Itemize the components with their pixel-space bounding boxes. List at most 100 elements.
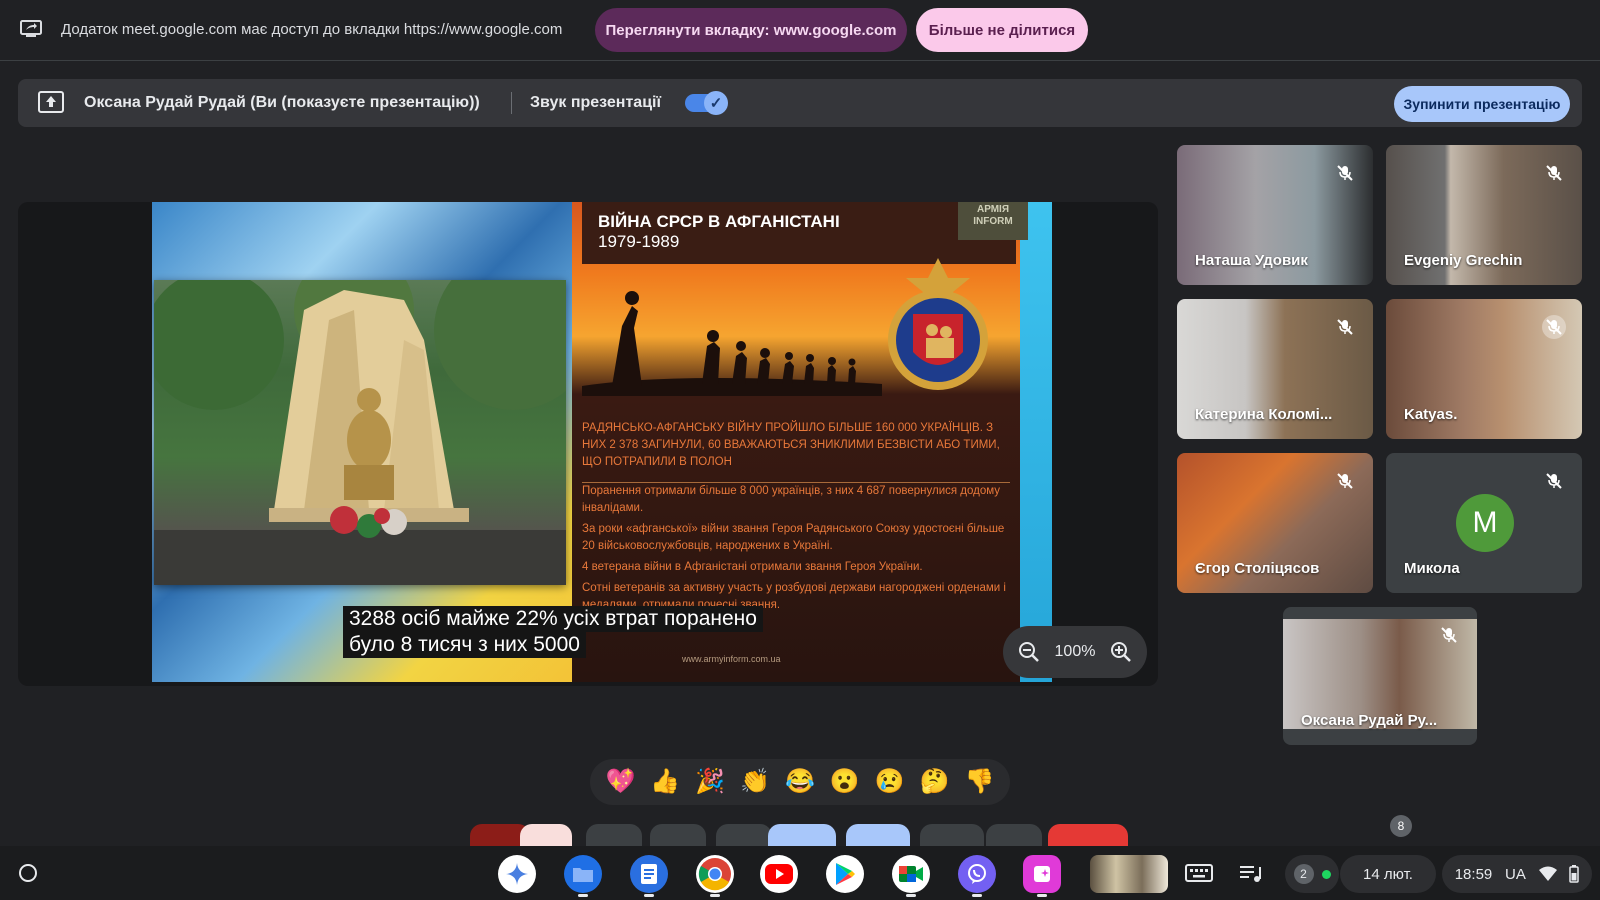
participant-name: Микола xyxy=(1404,560,1460,577)
zoom-out-icon[interactable] xyxy=(1015,638,1043,666)
running-indicator xyxy=(578,894,588,897)
present-button[interactable] xyxy=(716,824,772,848)
memorial-photo xyxy=(152,250,594,585)
docs-icon[interactable] xyxy=(630,855,668,893)
zoom-control: 100% xyxy=(1003,626,1147,678)
presenter-status-text: Оксана Рудай Рудай (Ви (показуєте презен… xyxy=(84,94,480,111)
wifi-icon xyxy=(1538,866,1557,881)
participant-tile[interactable]: Katyas. xyxy=(1386,299,1582,439)
gemini-icon[interactable] xyxy=(498,855,536,893)
reaction-thumbs-down[interactable]: 👎 xyxy=(964,768,994,796)
participant-name: Evgeniy Grechin xyxy=(1404,252,1523,269)
chrome-icon[interactable] xyxy=(696,855,734,893)
reaction-laugh[interactable]: 😂 xyxy=(785,768,815,796)
check-icon[interactable]: ✓ xyxy=(704,91,728,115)
slide-title: ВІЙНА СРСР В АФГАНІСТАНІ xyxy=(598,212,840,231)
reaction-thinking[interactable]: 🤔 xyxy=(920,768,950,796)
files-icon[interactable] xyxy=(564,855,602,893)
slide-years: 1979-1989 xyxy=(598,232,680,251)
window-thumbnail[interactable] xyxy=(1090,855,1168,893)
running-indicator xyxy=(906,894,916,897)
participant-tile[interactable]: Evgeniy Grechin xyxy=(1386,145,1582,285)
reaction-sad[interactable]: 😢 xyxy=(875,768,905,796)
control-button[interactable] xyxy=(920,824,984,848)
caption-line: 3288 осіб майже 22% усіх втрат поранено xyxy=(343,606,763,632)
leave-call-button[interactable] xyxy=(1048,824,1128,848)
participant-tile[interactable]: Єгор Століцясов xyxy=(1177,453,1373,593)
mic-off-icon xyxy=(1542,315,1566,339)
slide-body-text: РАДЯНСЬКО-АФГАНСЬКУ ВІЙНУ ПРОЙШЛО БІЛЬШЕ… xyxy=(582,420,1010,618)
view-tab-button[interactable]: Переглянути вкладку: www.google.com xyxy=(595,8,907,52)
stop-presenting-button[interactable]: Зупинити презентацію xyxy=(1394,86,1570,122)
mic-off-icon xyxy=(1333,469,1357,493)
screen-share-icon xyxy=(20,20,42,37)
emoji-button[interactable] xyxy=(650,824,706,848)
participant-name: Єгор Століцясов xyxy=(1195,560,1320,577)
caption-line: було 8 тисяч з них 5000 xyxy=(343,632,586,658)
share-access-text: Додаток meet.google.com має доступ до вк… xyxy=(61,21,563,38)
reaction-clap[interactable]: 👏 xyxy=(740,768,770,796)
date-button[interactable]: 14 лют. xyxy=(1340,855,1436,893)
status-area[interactable]: 18:59 UA xyxy=(1442,855,1592,893)
mic-off-icon xyxy=(1542,469,1566,493)
mic-off-icon xyxy=(1333,315,1357,339)
mic-off-icon xyxy=(1437,623,1461,647)
stop-sharing-button[interactable]: Більше не ділитися xyxy=(916,8,1088,52)
reaction-surprised[interactable]: 😮 xyxy=(830,768,860,796)
soldier-silhouettes xyxy=(582,291,882,396)
slide-paragraph: 4 ветерана війни в Афганістані отримали … xyxy=(582,561,923,573)
slide-paragraph: За роки «афганської» війни звання Героя … xyxy=(582,523,1005,552)
live-captions: 3288 осіб майже 22% усіх втрат поранено … xyxy=(343,606,763,658)
reaction-party[interactable]: 🎉 xyxy=(695,768,725,796)
reaction-thumbs-up[interactable]: 👍 xyxy=(650,768,680,796)
status-dot xyxy=(1321,869,1331,879)
keyboard-layout: UA xyxy=(1504,865,1526,883)
participant-name: Оксана Рудай Ру... xyxy=(1301,712,1438,729)
playlist-icon[interactable] xyxy=(1238,861,1264,885)
participant-tile[interactable]: Катерина Коломі... xyxy=(1177,299,1373,439)
present-screen-icon xyxy=(38,91,64,113)
notification-count: 2 xyxy=(1293,864,1314,884)
share-notification-bar: Додаток meet.google.com має доступ до вк… xyxy=(0,0,1600,61)
reaction-heart[interactable]: 💖 xyxy=(605,768,635,796)
clock: 18:59 xyxy=(1454,865,1493,883)
meet-icon[interactable] xyxy=(892,855,930,893)
camera-button[interactable] xyxy=(520,824,572,848)
running-indicator xyxy=(644,894,654,897)
battery-icon xyxy=(1569,865,1580,883)
slide-paragraph: РАДЯНСЬКО-АФГАНСЬКУ ВІЙНУ ПРОЙШЛО БІЛЬШЕ… xyxy=(582,422,1000,468)
participant-tile-self[interactable]: Оксана Рудай Ру... xyxy=(1283,607,1477,745)
youtube-icon[interactable] xyxy=(760,855,798,893)
mic-off-icon xyxy=(1333,161,1357,185)
reactions-bar: 💖 👍 🎉 👏 😂 😮 😢 🤔 👎 xyxy=(590,759,1010,805)
avatar: M xyxy=(1456,494,1514,552)
running-indicator xyxy=(972,894,982,897)
play-store-icon[interactable] xyxy=(826,855,864,893)
launcher-icon[interactable] xyxy=(17,862,39,884)
participant-name: Katyas. xyxy=(1404,406,1458,423)
notifications-button[interactable]: 2 xyxy=(1285,855,1339,893)
divider xyxy=(511,92,512,114)
veterans-emblem xyxy=(888,258,988,390)
people-count-badge: 8 xyxy=(1390,815,1412,837)
participant-tile[interactable]: Наташа Удовик xyxy=(1177,145,1373,285)
zoom-in-icon[interactable] xyxy=(1107,638,1135,666)
participant-name: Катерина Коломі... xyxy=(1195,406,1333,423)
mic-off-icon xyxy=(1542,161,1566,185)
app-icon[interactable] xyxy=(1023,855,1061,893)
slide-logo: АРМІЯ INFORM xyxy=(958,202,1028,240)
viber-icon[interactable] xyxy=(958,855,996,893)
participant-name: Наташа Удовик xyxy=(1195,252,1308,269)
presentation-sound-label: Звук презентації xyxy=(530,94,661,111)
more-options-button[interactable] xyxy=(986,824,1042,848)
zoom-level: 100% xyxy=(1054,643,1096,660)
slide-paragraph: Поранення отримали більше 8 000 українці… xyxy=(582,485,1001,514)
control-button[interactable] xyxy=(768,824,836,848)
memorial-illustration xyxy=(152,250,594,585)
control-button[interactable] xyxy=(846,824,910,848)
keyboard-icon[interactable] xyxy=(1184,861,1214,885)
slide-edge-band xyxy=(1020,202,1052,682)
slide-divider xyxy=(582,482,1010,483)
captions-button[interactable] xyxy=(586,824,642,848)
presenting-bar: Оксана Рудай Рудай (Ви (показуєте презен… xyxy=(18,79,1582,127)
